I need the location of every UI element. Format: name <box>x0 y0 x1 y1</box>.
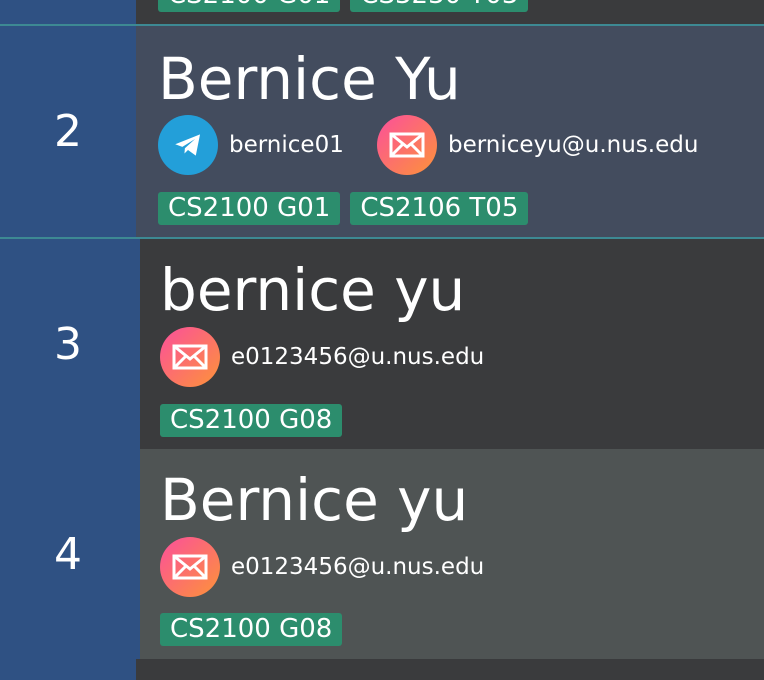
email-contact[interactable]: e0123456@u.nus.edu <box>160 537 484 597</box>
person-index: 3 <box>0 239 140 449</box>
tag: CS2106 T05 <box>350 192 529 225</box>
email-address: e0123456@u.nus.edu <box>231 344 485 370</box>
person-list[interactable]: CS2100 G01 CS3230 T03 2 Bernice Yu berni… <box>0 0 764 680</box>
tag-list: CS2100 G08 <box>160 404 343 437</box>
person-index <box>0 0 136 24</box>
person-card-4[interactable]: 4 Bernice yu e0123456@u.nus.edu CS2100 G… <box>0 449 764 659</box>
person-index: 4 <box>0 449 140 659</box>
tag: CS2100 G01 <box>158 0 341 12</box>
tag-list: CS2100 G01 CS2106 T05 <box>158 192 529 225</box>
tag: CS2100 G01 <box>158 192 341 225</box>
email-contact[interactable]: berniceyu@u.nus.edu <box>377 115 698 175</box>
tag: CS2100 G08 <box>160 404 343 437</box>
person-index: 2 <box>0 26 136 237</box>
mail-icon <box>377 115 437 175</box>
person-name: bernice yu <box>160 256 466 324</box>
person-name: Bernice yu <box>160 466 469 534</box>
person-index <box>0 659 136 680</box>
tag-list: CS2100 G01 CS3230 T03 <box>158 0 529 12</box>
mail-icon <box>160 537 220 597</box>
telegram-handle: bernice01 <box>229 132 344 158</box>
telegram-icon <box>158 115 218 175</box>
email-address: berniceyu@u.nus.edu <box>448 132 699 158</box>
person-card-1[interactable]: CS2100 G01 CS3230 T03 <box>0 0 764 24</box>
email-contact[interactable]: e0123456@u.nus.edu <box>160 327 484 387</box>
person-card-3[interactable]: 3 bernice yu e0123456@u.nus.edu CS2100 G… <box>0 239 764 449</box>
person-card-5[interactable] <box>0 659 764 680</box>
tag-list: CS2100 G08 <box>160 613 343 646</box>
person-name: Bernice Yu <box>158 45 461 113</box>
telegram-contact[interactable]: bernice01 <box>158 115 344 175</box>
person-card-2[interactable]: 2 Bernice Yu bernice01 berniceyu@u.nus.e… <box>0 26 764 237</box>
mail-icon <box>160 327 220 387</box>
tag: CS2100 G08 <box>160 613 343 646</box>
email-address: e0123456@u.nus.edu <box>231 554 485 580</box>
tag: CS3230 T03 <box>350 0 529 12</box>
